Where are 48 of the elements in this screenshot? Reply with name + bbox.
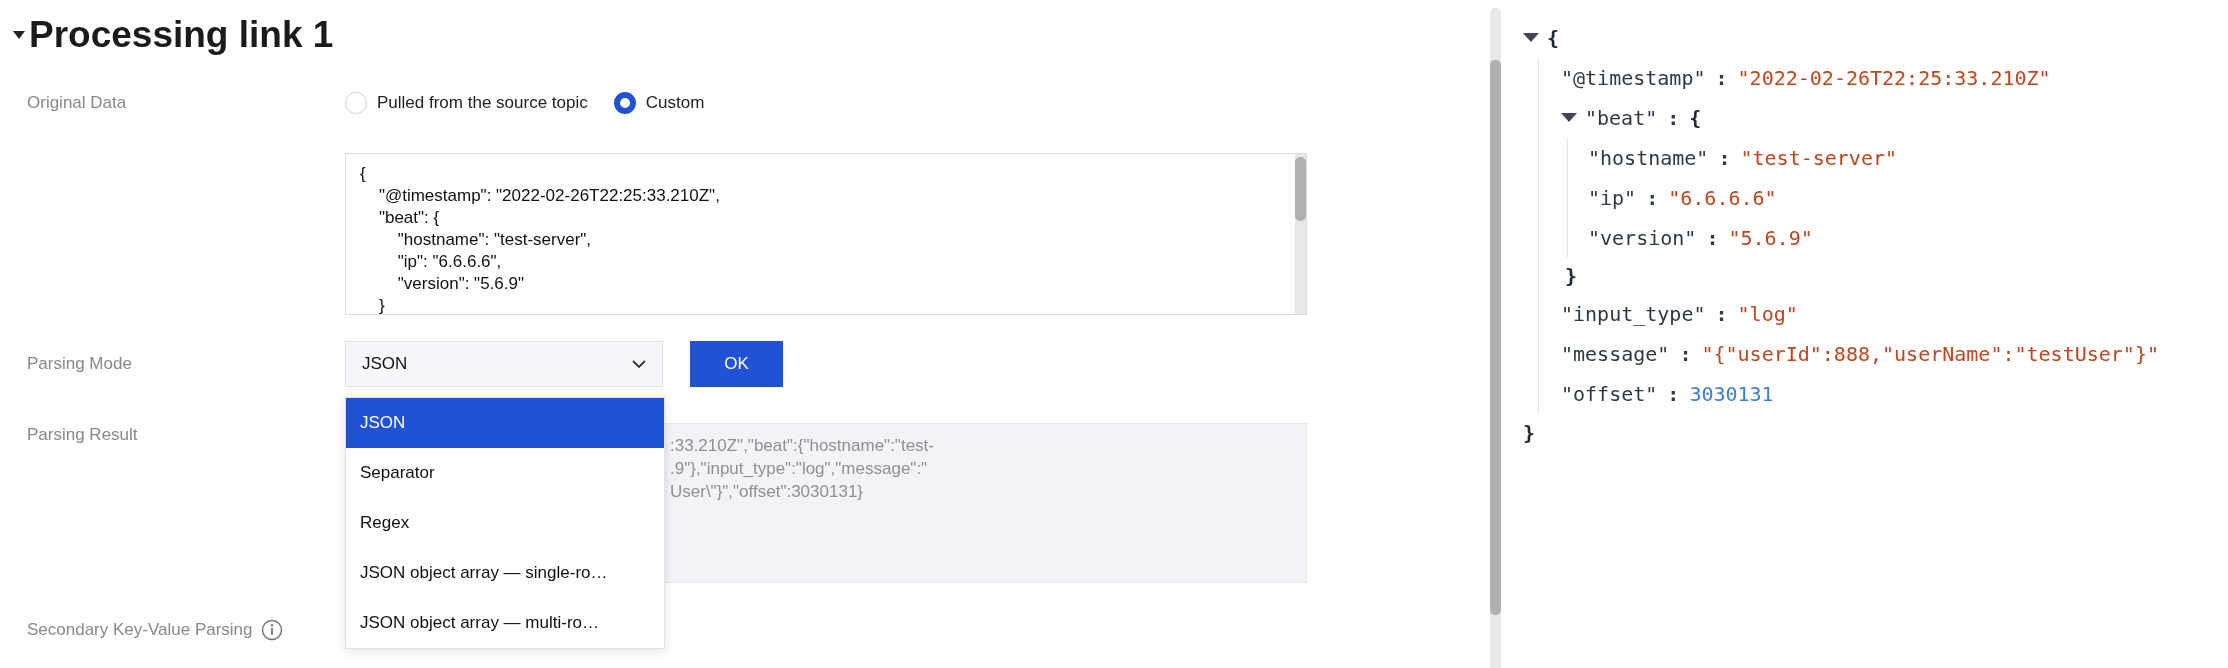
collapse-triangle-icon[interactable] <box>1561 113 1577 123</box>
field-label: Original Data <box>27 93 128 113</box>
json-key: "input_type" <box>1561 302 1706 326</box>
json-colon: : <box>1715 302 1728 326</box>
json-key: "version" <box>1588 226 1697 250</box>
json-colon: : <box>1667 106 1680 130</box>
json-colon: : <box>1715 66 1728 90</box>
json-colon: : <box>1679 342 1692 366</box>
chevron-down-icon <box>632 360 646 368</box>
json-value: "log" <box>1737 302 1798 326</box>
json-value: "2022-02-26T22:25:33.210Z" <box>1737 66 2051 90</box>
json-value: "5.6.9" <box>1728 226 1813 250</box>
json-brace: } <box>1523 421 1536 445</box>
json-key: "@timestamp" <box>1561 66 1706 90</box>
section-title: Processing link 1 <box>29 14 334 56</box>
scrollbar[interactable] <box>1295 154 1306 314</box>
collapse-triangle-icon[interactable] <box>1523 33 1539 43</box>
json-value: "test-server" <box>1740 146 1897 170</box>
json-key: "offset" <box>1561 382 1658 406</box>
dropdown-option[interactable]: JSON object array — multi-ro… <box>346 598 664 648</box>
json-brace: } <box>1565 264 1578 288</box>
json-colon: : <box>1667 382 1680 406</box>
dropdown-option[interactable]: JSON <box>346 398 664 448</box>
info-icon[interactable] <box>260 619 283 641</box>
json-key: "beat" <box>1585 106 1658 130</box>
json-value: 3030131 <box>1689 382 1774 406</box>
ok-button[interactable]: OK <box>690 341 783 387</box>
json-brace: { <box>1689 106 1702 130</box>
field-label: Secondary Key-Value Parsing <box>27 620 253 640</box>
json-value: "{"userId":888,"userName":"testUser"}" <box>1701 342 2159 366</box>
radio-option[interactable]: Pulled from the source topic <box>345 92 588 114</box>
collapse-triangle-icon[interactable] <box>13 31 25 39</box>
json-value: "6.6.6.6" <box>1668 186 1777 210</box>
dropdown-option[interactable]: Regex <box>346 498 664 548</box>
json-brace: { <box>1547 26 1560 50</box>
parsing-mode-select[interactable]: JSON <box>345 341 663 387</box>
field-label: Parsing Result <box>27 425 139 445</box>
json-colon: : <box>1646 186 1659 210</box>
dropdown-option[interactable]: Separator <box>346 448 664 498</box>
json-key: "hostname" <box>1588 146 1709 170</box>
json-colon: : <box>1718 146 1731 170</box>
field-label: Parsing Mode <box>27 354 133 374</box>
scrollbar[interactable] <box>1490 8 1501 668</box>
json-key: "message" <box>1561 342 1670 366</box>
radio-option[interactable]: Custom <box>613 92 705 114</box>
json-key: "ip" <box>1588 186 1637 210</box>
json-input-field[interactable]: { "@timestamp": "2022-02-26T22:25:33.210Z", "beat": { "hostname": "test-server", "ip": "6.6.6.6", "version": "5.6.9" } <box>345 153 1307 315</box>
json-colon: : <box>1706 226 1719 250</box>
